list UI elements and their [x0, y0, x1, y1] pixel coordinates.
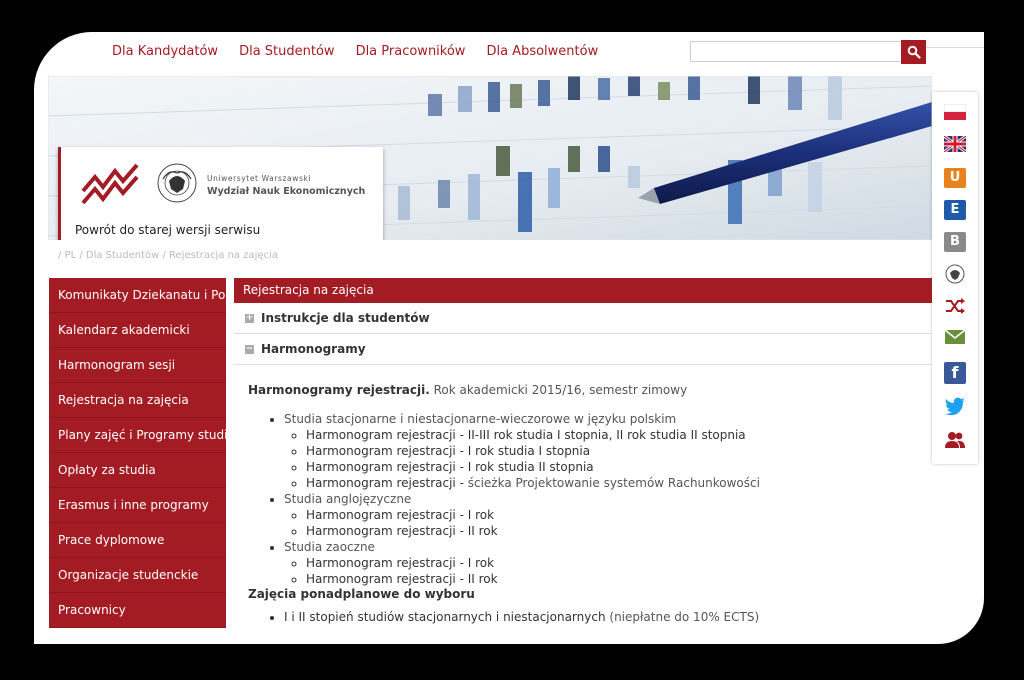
sidebar-navigation: Komunikaty Dziekanatu i Porad Kalendarz …	[49, 278, 226, 628]
faculty-logo-card[interactable]: Uniwersytet Warszawski Wydział Nauk Ekon…	[58, 147, 383, 240]
section-title: Studia zaoczne	[284, 540, 375, 554]
search-input[interactable]	[690, 41, 902, 62]
extra-courses-note: (niepłatne do 10% ECTS)	[605, 610, 760, 624]
section-title: Studia anglojęzyczne	[284, 492, 412, 506]
schedule-heading: Harmonogramy rejestracji. Rok akademicki…	[248, 383, 932, 405]
list-item: I i II stopień studiów stacjonarnych i n…	[284, 609, 932, 625]
schedule-heading-bold: Harmonogramy rejestracji.	[248, 383, 430, 397]
search-icon	[907, 45, 921, 59]
schedule-heading-year: Rok akademicki 2015/16, semestr zimowy	[429, 383, 688, 397]
people-icon[interactable]	[944, 430, 966, 450]
schedule-link[interactable]: Harmonogram rejestracji - I rok studia I…	[306, 460, 594, 474]
facebook-icon[interactable]: f	[944, 362, 966, 384]
blog-icon[interactable]: B	[944, 232, 966, 252]
extra-courses-heading: Zajęcia ponadplanowe do wyboru	[248, 587, 475, 601]
schedule-link[interactable]: Harmonogram rejestracji -	[306, 476, 464, 490]
sidebar-item-oplaty[interactable]: Opłaty za studia	[49, 453, 226, 488]
header-divider	[926, 47, 984, 48]
collapse-icon: −	[245, 343, 254, 354]
usosweb-icon[interactable]: U	[944, 168, 966, 188]
sidebar-item-organizacje[interactable]: Organizacje studenckie	[49, 558, 226, 593]
back-to-old-site-link[interactable]: Powrót do starej wersji serwisu	[75, 223, 260, 237]
expand-icon: +	[245, 312, 254, 323]
twitter-icon[interactable]	[944, 396, 966, 416]
extra-courses-list: I i II stopień studiów stacjonarnych i n…	[248, 609, 932, 625]
flag-pl-icon[interactable]	[943, 103, 967, 124]
section-title: Studia stacjonarne i niestacjonarne-wiec…	[284, 412, 677, 426]
extra-courses-link[interactable]: I i II stopień studiów stacjonarnych i n…	[284, 610, 606, 624]
university-name: Uniwersytet Warszawski	[207, 174, 312, 183]
schedule-note: ścieżka Projektowanie systemów Rachunkow…	[463, 476, 760, 490]
university-seal-small-icon[interactable]	[944, 264, 966, 284]
sidebar-item-plany-zajec[interactable]: Plany zajęć i Programy studiów	[49, 418, 226, 453]
faculty-logo-icon	[81, 163, 139, 205]
list-item: Harmonogram rejestracji - II rok	[306, 571, 932, 587]
list-item: Studia anglojęzyczne Harmonogram rejestr…	[284, 491, 932, 539]
list-item: Studia stacjonarne i niestacjonarne-wiec…	[284, 411, 932, 491]
flag-uk-icon[interactable]	[943, 134, 967, 156]
nav-dla-pracownikow[interactable]: Dla Pracowników	[356, 44, 466, 59]
sidebar-item-kalendarz[interactable]: Kalendarz akademicki	[49, 313, 226, 348]
sidebar-item-rejestracja[interactable]: Rejestracja na zajęcia	[49, 383, 226, 418]
faculty-name: Wydział Nauk Ekonomicznych	[207, 186, 366, 197]
sidebar-item-komunikaty[interactable]: Komunikaty Dziekanatu i Porad	[49, 278, 226, 313]
mail-icon[interactable]	[944, 328, 966, 348]
list-item: Harmonogram rejestracji - I rok studia I…	[306, 443, 932, 459]
page-title: Rejestracja na zajęcia	[234, 278, 932, 303]
schedule-list: Studia stacjonarne i niestacjonarne-wiec…	[248, 411, 932, 587]
main-content: Rejestracja na zajęcia + Instrukcje dla …	[234, 278, 932, 625]
top-navigation: Dla Kandydatów Dla Studentów Dla Pracown…	[112, 44, 598, 59]
university-seal-icon	[157, 163, 197, 203]
nav-dla-absolwentow[interactable]: Dla Absolwentów	[486, 44, 598, 59]
header-banner: Uniwersytet Warszawski Wydział Nauk Ekon…	[48, 76, 932, 240]
side-icon-panel: U E B f	[932, 92, 978, 464]
schedule-link[interactable]: Harmonogram rejestracji - II rok	[306, 572, 498, 586]
sidebar-item-prace-dyplomowe[interactable]: Prace dyplomowe	[49, 523, 226, 558]
shuffle-icon[interactable]	[944, 296, 966, 316]
search-button[interactable]	[901, 40, 926, 64]
list-item: Harmonogram rejestracji - II-III rok stu…	[306, 427, 932, 443]
browser-viewport: Dla Kandydatów Dla Studentów Dla Pracown…	[34, 32, 984, 644]
list-item: Harmonogram rejestracji - I rok studia I…	[306, 459, 932, 475]
accordion-instrukcje[interactable]: + Instrukcje dla studentów	[234, 303, 932, 334]
accordion-label: Instrukcje dla studentów	[261, 311, 430, 325]
sidebar-item-erasmus[interactable]: Erasmus i inne programy	[49, 488, 226, 523]
harmonogramy-panel: Harmonogramy rejestracji. Rok akademicki…	[234, 383, 932, 625]
breadcrumb[interactable]: / PL / Dla Studentów / Rejestracja na za…	[58, 250, 278, 261]
schedule-link[interactable]: Harmonogram rejestracji - I rok	[306, 508, 494, 522]
sidebar-item-pracownicy[interactable]: Pracownicy	[49, 593, 226, 628]
list-item: Studia zaoczne Harmonogram rejestracji -…	[284, 539, 932, 587]
list-item: Harmonogram rejestracji - ścieżka Projek…	[306, 475, 932, 491]
schedule-link[interactable]: Harmonogram rejestracji - II-III rok stu…	[306, 428, 746, 442]
sidebar-item-harmonogram-sesji[interactable]: Harmonogram sesji	[49, 348, 226, 383]
nav-dla-studentow[interactable]: Dla Studentów	[239, 44, 334, 59]
elearning-icon[interactable]: E	[944, 200, 966, 220]
list-item: Harmonogram rejestracji - II rok	[306, 523, 932, 539]
list-item: Harmonogram rejestracji - I rok	[306, 555, 932, 571]
schedule-link[interactable]: Harmonogram rejestracji - II rok	[306, 524, 498, 538]
accordion-harmonogramy[interactable]: − Harmonogramy	[234, 334, 932, 365]
list-item: Harmonogram rejestracji - I rok	[306, 507, 932, 523]
accordion-label: Harmonogramy	[261, 342, 366, 356]
schedule-link[interactable]: Harmonogram rejestracji - I rok	[306, 556, 494, 570]
nav-dla-kandydatow[interactable]: Dla Kandydatów	[112, 44, 218, 59]
schedule-link[interactable]: Harmonogram rejestracji - I rok studia I…	[306, 444, 590, 458]
